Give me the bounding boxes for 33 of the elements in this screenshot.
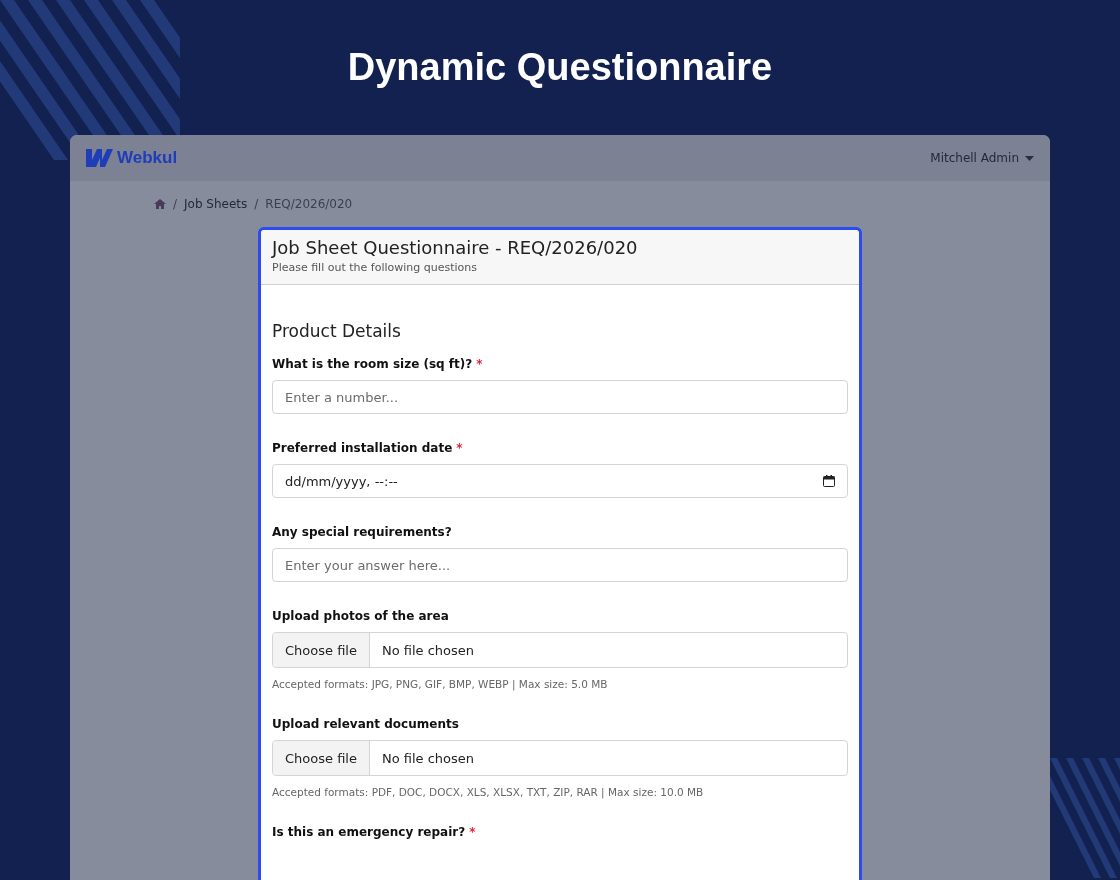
breadcrumb-separator: /: [254, 197, 259, 211]
required-asterisk: *: [476, 357, 483, 371]
home-icon[interactable]: [154, 199, 166, 209]
choose-file-button[interactable]: Choose file: [273, 633, 370, 667]
question-label: Preferred installation date: [272, 441, 453, 455]
breadcrumb-item[interactable]: Job Sheets: [184, 197, 248, 211]
question-label: Any special requirements?: [272, 525, 452, 539]
card-title: Job Sheet Questionnaire - REQ/2026/020: [272, 236, 639, 260]
question-label: Is this an emergency repair?: [272, 825, 466, 839]
file-field[interactable]: Choose file No file chosen: [272, 632, 848, 668]
input-field[interactable]: Enter your answer here...: [272, 548, 848, 582]
card-subtitle: Please fill out the following questions: [272, 261, 478, 274]
file-status: No file chosen: [380, 641, 475, 660]
help-text: Accepted formats: PDF, DOC, DOCX, XLS, XLSX, TXT, ZIP, RAR | Max size: 10.0 MB: [272, 786, 705, 798]
input-field[interactable]: Enter a number...: [272, 380, 848, 414]
user-menu[interactable]: Mitchell Admin: [930, 151, 1034, 165]
page-title: Dynamic Questionnaire: [347, 45, 773, 90]
file-field[interactable]: Choose file No file chosen: [272, 740, 848, 776]
required-asterisk: *: [469, 825, 476, 839]
section-heading: Product Details: [272, 321, 402, 341]
required-asterisk: *: [456, 441, 463, 455]
question-label: What is the room size (sq ft)?: [272, 357, 473, 371]
caret-icon: [1025, 155, 1034, 161]
date-field[interactable]: dd/mm/yyyy, --:--: [272, 464, 848, 498]
logo-icon: [86, 149, 113, 167]
breadcrumb-separator: /: [173, 197, 178, 211]
choose-file-button[interactable]: Choose file: [273, 741, 370, 775]
brand-name: Webkul: [117, 148, 178, 168]
question-label: Upload photos of the area: [272, 609, 449, 623]
help-text: Accepted formats: JPG, PNG, GIF, BMP, WEBP | Max size: 5.0 MB: [272, 678, 609, 690]
calendar-icon[interactable]: [823, 475, 835, 487]
file-status: No file chosen: [380, 749, 475, 768]
question-label: Upload relevant documents: [272, 717, 459, 731]
